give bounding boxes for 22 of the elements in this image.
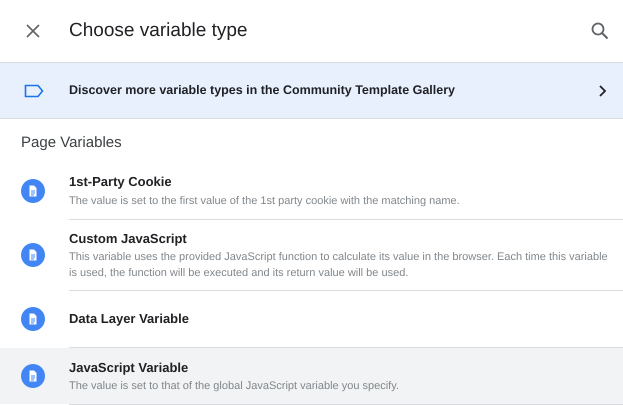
variable-type-item[interactable]: 1st-Party Cookie The value is set to the first value of the 1st party cookie with the matching name. bbox=[0, 162, 623, 218]
document-icon bbox=[21, 364, 45, 388]
item-description: The value is set to the first value of the 1st party cookie with the matching name. bbox=[69, 194, 461, 209]
gallery-banner[interactable]: Discover more variable types in the Community Template Gallery bbox=[0, 63, 623, 119]
item-title: Custom JavaScript bbox=[69, 230, 188, 248]
item-title: JavaScript Variable bbox=[69, 358, 190, 377]
section-heading: Page Variables bbox=[21, 133, 123, 153]
document-icon bbox=[21, 242, 45, 267]
item-title: 1st-Party Cookie bbox=[69, 173, 173, 192]
search-icon[interactable] bbox=[591, 22, 609, 40]
document-icon bbox=[21, 178, 45, 202]
label-icon bbox=[24, 84, 44, 98]
dialog-title: Choose variable type bbox=[69, 18, 248, 43]
item-description: This variable uses the provided JavaScript function to calculate its value in the browser. Each time this variable is used, the function will be executed and its return value will be used. bbox=[69, 250, 609, 281]
banner-text: Discover more variable types in the Community Template Gallery bbox=[69, 82, 456, 100]
close-icon[interactable] bbox=[25, 23, 41, 39]
item-description: The value is set to that of the global JavaScript variable you specify. bbox=[69, 379, 400, 394]
document-icon bbox=[21, 307, 45, 331]
variable-type-item[interactable]: Data Layer Variable bbox=[0, 291, 623, 347]
item-title: Data Layer Variable bbox=[69, 310, 190, 328]
variable-type-item[interactable]: JavaScript Variable The value is set to that of the global JavaScript variable you specify. bbox=[0, 348, 623, 404]
chevron-right-icon bbox=[597, 84, 607, 96]
